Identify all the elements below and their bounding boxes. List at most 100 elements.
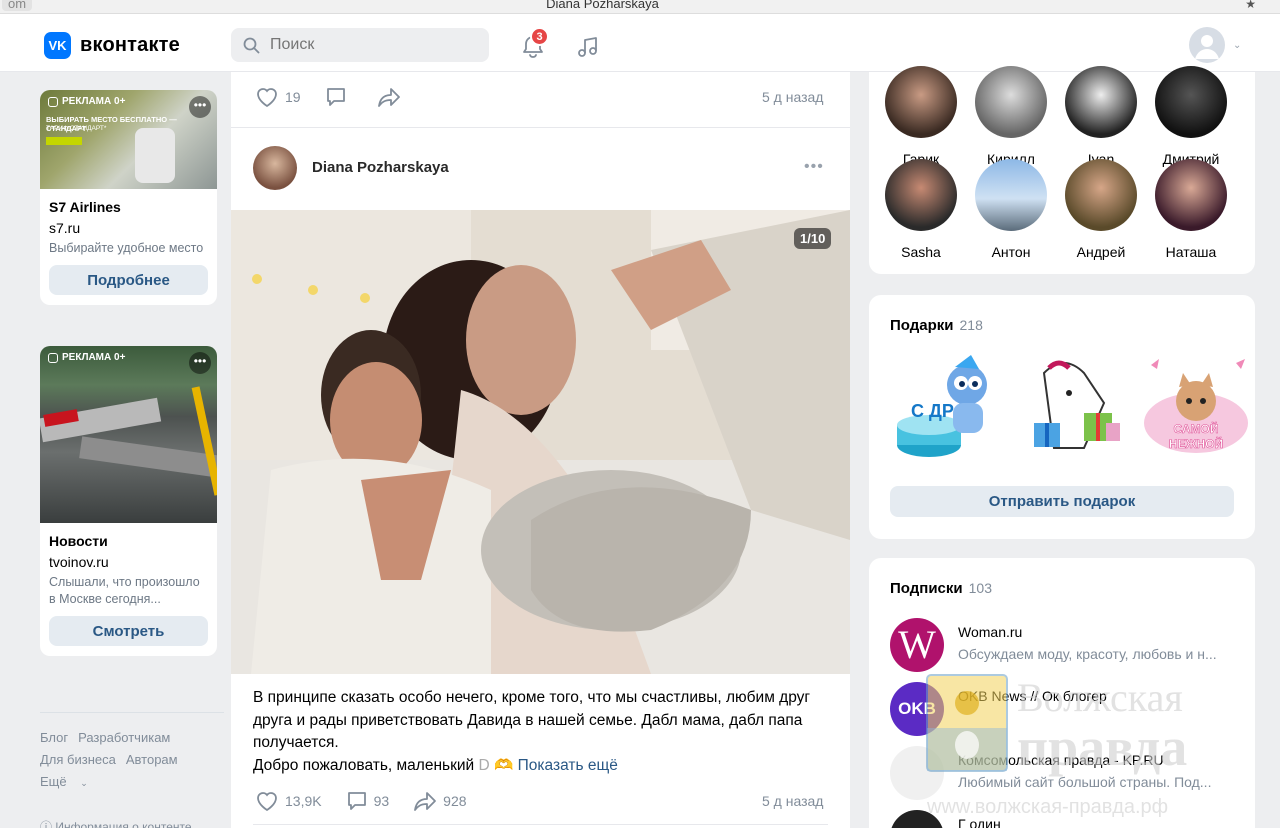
content-info-link[interactable]: ⓘ Информация о контенте [40, 818, 192, 828]
like-button[interactable]: 19 [255, 86, 301, 108]
subscription-name: Комсомольская правда - KP.RU [958, 752, 1164, 768]
share-button[interactable] [377, 86, 407, 108]
ad-label: РЕКЛАМА 0+ [48, 352, 125, 363]
ad-banner-seat [135, 128, 175, 183]
post-photo-illustration [231, 210, 850, 674]
post-photo[interactable] [231, 210, 850, 674]
friend-item[interactable]: Гарик [876, 66, 966, 167]
ad-description: Слышали, что произошло в Москве сегодня.… [49, 575, 200, 606]
friend-name: Sasha [901, 244, 941, 260]
profile-avatar[interactable] [1189, 27, 1225, 63]
footer-link-blog[interactable]: Блог [40, 730, 68, 745]
friend-item[interactable]: Андрей [1056, 159, 1146, 260]
friend-item[interactable]: Наташа [1146, 159, 1236, 260]
friend-avatar [1065, 66, 1137, 138]
subscription-item[interactable]: Комсомольская правда - KP.RU Любимый сай… [890, 746, 1240, 802]
subscription-logo [890, 810, 944, 828]
svg-text:САМОЙ: САМОЙ [1174, 421, 1219, 436]
gift-birthday[interactable]: С ДР [889, 353, 999, 463]
window-title: Diana Pozharskaya [546, 0, 659, 11]
friend-name: Антон [991, 244, 1031, 260]
friend-avatar [975, 159, 1047, 231]
subscription-item[interactable]: OKB OKB News // Ок блогер [890, 682, 1240, 738]
like-count: 19 [285, 89, 301, 105]
share-button[interactable]: 928 [413, 790, 467, 812]
footer-link-developers[interactable]: Разработчикам [78, 730, 170, 745]
search-icon [243, 37, 260, 53]
chevron-down-icon[interactable]: ⌄ [1233, 40, 1241, 51]
ad-title: S7 Airlines [49, 199, 121, 215]
gift-kitten[interactable]: САМОЙ НЕЖНОЙ [1141, 353, 1251, 463]
ad-tag-icon [48, 352, 58, 363]
comment-button[interactable]: 93 [346, 790, 390, 812]
ad-watch-button[interactable]: Смотреть [49, 616, 208, 646]
post-menu-icon[interactable]: ••• [804, 158, 824, 176]
ad-banner-image: РЕКЛАМА 0+ ••• ВЫБИРАТЬ МЕСТО БЕСПЛАТНО … [40, 90, 217, 189]
crane-shape [191, 386, 217, 496]
friend-item[interactable]: Ivan [1056, 66, 1146, 167]
friend-avatar [1155, 159, 1227, 231]
show-more-link[interactable]: Показать ещё [518, 757, 618, 774]
ad-tag-icon [48, 96, 58, 107]
friend-item[interactable]: Дмитрий [1146, 66, 1236, 167]
heart-icon [257, 88, 277, 108]
comment-count: 93 [373, 793, 390, 809]
friend-item[interactable]: Sasha [876, 159, 966, 260]
ad-domain[interactable]: s7.ru [49, 220, 208, 236]
ad-title: Новости [49, 533, 108, 549]
footer-link-business[interactable]: Для бизнеса [40, 752, 116, 767]
info-icon: ⓘ [40, 820, 53, 828]
ad-more-button[interactable]: Подробнее [49, 265, 208, 295]
hand-emoji-icon: 🫶 [494, 756, 514, 774]
notifications-badge: 3 [530, 27, 549, 46]
ad-card-news[interactable]: РЕКЛАМА 0+ ••• Новости tvoinov.ru Слышал… [40, 346, 217, 656]
comment-icon [326, 88, 345, 106]
post-text-main: В принципе сказать особо нечего, кроме т… [253, 689, 811, 751]
friend-name: Андрей [1076, 244, 1126, 260]
ad-domain[interactable]: tvoinov.ru [49, 554, 208, 570]
friends-card: Гарик Кирилл Ivan Дмитрий Sasha Антон Ан… [869, 66, 1255, 274]
gifts-title[interactable]: Подарки 218 [890, 317, 983, 334]
music-icon[interactable] [575, 34, 601, 60]
footer-link-authors[interactable]: Авторам [126, 752, 178, 767]
author-avatar[interactable] [253, 146, 297, 190]
footer-link-more[interactable]: Ещё ⌄ [40, 774, 98, 789]
gift-horse-icon [1034, 360, 1120, 449]
friend-avatar [975, 66, 1047, 138]
search-input[interactable] [270, 36, 470, 54]
prev-post-actions: 19 [255, 86, 431, 108]
ad-card-s7[interactable]: РЕКЛАМА 0+ ••• ВЫБИРАТЬ МЕСТО БЕСПЛАТНО … [40, 90, 217, 305]
subscriptions-count: 103 [968, 580, 992, 596]
post-text-emoji-d: D [478, 756, 490, 774]
friend-item[interactable]: Кирилл [966, 66, 1056, 167]
header: VK вконтакте 3 ⌄ [0, 14, 1280, 72]
subscription-logo: OKB [890, 682, 944, 736]
author-name[interactable]: Diana Pozharskaya [312, 159, 449, 176]
friend-name: Наташа [1165, 244, 1217, 260]
gift-horse[interactable] [1014, 353, 1124, 463]
train-car-shape-2 [79, 436, 217, 478]
bookmark-star-icon[interactable]: ★ [1245, 0, 1256, 11]
more-options-icon[interactable]: ••• [189, 352, 211, 374]
feed: 19 5 д назад Diana Pozharskaya ••• 1/10 … [231, 72, 850, 828]
share-icon [377, 88, 400, 107]
vk-logo-mark-icon: VK [44, 32, 71, 59]
subscription-item[interactable]: Г один [890, 810, 1240, 828]
subscription-item[interactable]: W Woman.ru Обсуждаем моду, красоту, любо… [890, 618, 1240, 674]
like-button[interactable]: 13,9K [255, 790, 322, 812]
svg-text:НЕЖНОЙ: НЕЖНОЙ [1169, 436, 1223, 451]
send-gift-button[interactable]: Отправить подарок [890, 486, 1234, 517]
post-divider [231, 127, 850, 128]
prev-post-time[interactable]: 5 д назад [762, 89, 823, 105]
subscriptions-title[interactable]: Подписки 103 [890, 580, 992, 597]
search-box[interactable] [231, 28, 489, 62]
comment-button[interactable] [325, 86, 353, 108]
ad-banner-subtext: ТАРИФ СТАНДАРТ* [46, 125, 107, 132]
post-time[interactable]: 5 д назад [762, 793, 823, 809]
friend-avatar [885, 159, 957, 231]
friend-item[interactable]: Антон [966, 159, 1056, 260]
vk-logo[interactable]: VK вконтакте [44, 32, 180, 59]
ad-banner-image: РЕКЛАМА 0+ ••• [40, 346, 217, 523]
ad-description: Выбирайте удобное место [49, 241, 204, 255]
heart-icon [257, 792, 277, 812]
